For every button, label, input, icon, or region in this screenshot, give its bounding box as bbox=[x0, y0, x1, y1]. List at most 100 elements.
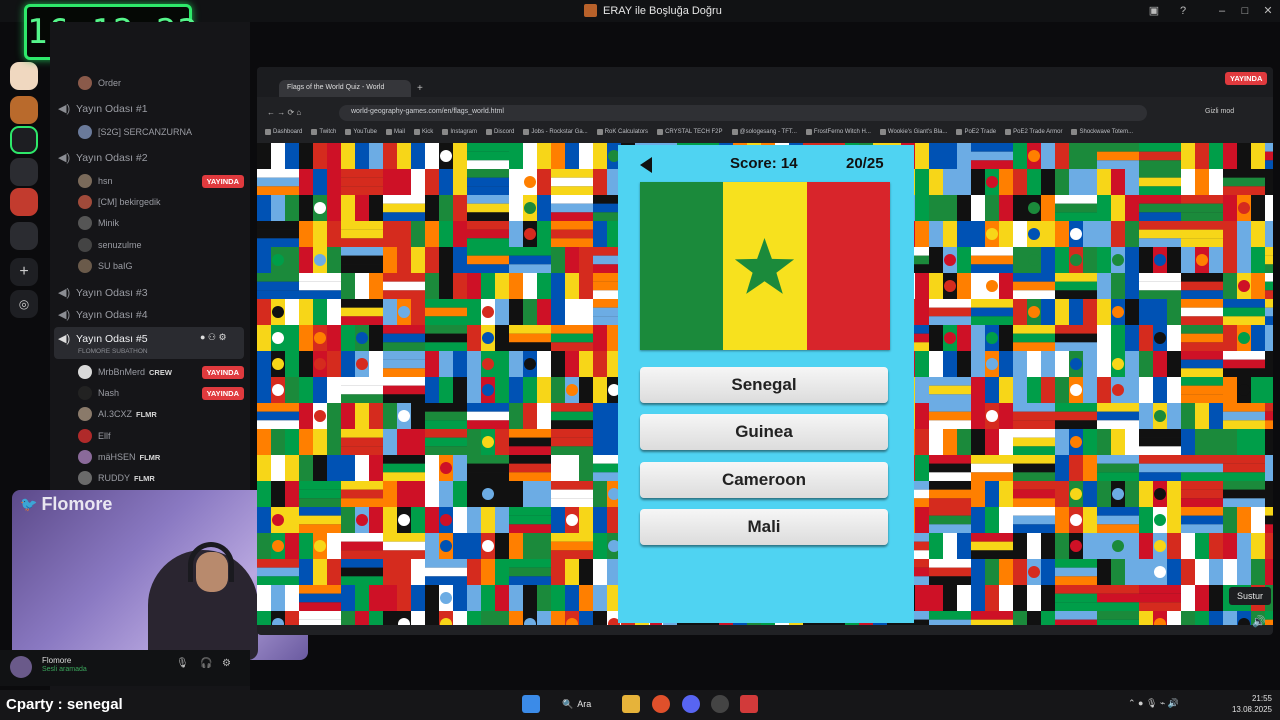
add-server-icon[interactable]: + bbox=[10, 258, 38, 286]
browser-tab[interactable]: Flags of the World Quiz - World bbox=[279, 80, 411, 97]
flag-tile bbox=[1195, 429, 1209, 455]
bookmark-item[interactable]: FrostFerno Witch H... bbox=[805, 125, 871, 139]
flag-tile bbox=[1013, 290, 1055, 299]
flag-tile bbox=[313, 169, 327, 195]
server-folder-icon[interactable] bbox=[10, 222, 38, 250]
server-icon[interactable] bbox=[10, 188, 38, 216]
answer-button-1[interactable]: Senegal bbox=[640, 367, 888, 403]
flag-tile bbox=[355, 143, 369, 169]
answer-button-3[interactable]: Cameroon bbox=[640, 462, 888, 498]
bookmark-item[interactable]: Mail bbox=[385, 125, 405, 139]
flag-tile bbox=[1139, 585, 1181, 594]
bookmark-item[interactable]: Wookie's Giant's Bla... bbox=[879, 125, 947, 139]
list-item[interactable]: Order bbox=[78, 73, 244, 93]
minimize-button[interactable]: – bbox=[1214, 3, 1230, 19]
list-item[interactable]: mäHSEN FLMR bbox=[78, 447, 244, 467]
flag-tile bbox=[1223, 273, 1237, 299]
flag-tile bbox=[551, 498, 593, 507]
flag-tile bbox=[411, 169, 425, 195]
flag-tile bbox=[1097, 515, 1139, 525]
list-item[interactable]: RUDDY FLMR bbox=[78, 468, 244, 488]
address-bar[interactable]: world-geography-games.com/en/flags_world… bbox=[339, 105, 1147, 121]
file-explorer-icon[interactable] bbox=[622, 695, 640, 713]
answer-button-4[interactable]: Mali bbox=[640, 509, 888, 545]
list-item[interactable]: AI.3CXZ FLMR bbox=[78, 404, 244, 424]
bookmark-item[interactable]: Shockwave Totem... bbox=[1071, 125, 1133, 139]
flag-tile bbox=[383, 481, 397, 507]
list-item[interactable]: [S2G] SERCANZURNA bbox=[78, 122, 244, 142]
app-icon[interactable] bbox=[740, 695, 758, 713]
bookmark-item[interactable]: Discord bbox=[486, 125, 514, 139]
flag-tile bbox=[929, 325, 943, 351]
bookmark-item[interactable]: PoE2 Trade Armor bbox=[1005, 125, 1062, 139]
nav-buttons[interactable]: ← → ⟳ ⌂ bbox=[267, 108, 301, 117]
tray-icons[interactable]: ⌃ ● 🎙 ⌁ 🔊 bbox=[1128, 698, 1179, 709]
flag-tile bbox=[271, 143, 285, 169]
list-item[interactable]: senuzulme bbox=[78, 235, 244, 255]
browser-icon[interactable] bbox=[652, 695, 670, 713]
flag-tile bbox=[593, 585, 607, 611]
list-item[interactable]: hsn YAYINDA bbox=[78, 171, 244, 191]
voice-channel[interactable]: ◀) Yayın Odası #2 bbox=[58, 148, 244, 168]
bookmark-item[interactable]: PoE2 Trade bbox=[956, 125, 996, 139]
list-item[interactable]: [CM] bekirgedik bbox=[78, 192, 244, 212]
flag-tile bbox=[1251, 273, 1265, 299]
list-item[interactable]: SU baIG bbox=[78, 256, 244, 276]
gear-icon[interactable]: ⚙ bbox=[222, 658, 231, 669]
voice-channel[interactable]: ◀) Yayın Odası #3 bbox=[58, 283, 244, 303]
flag-tile bbox=[565, 585, 579, 611]
bookmark-item[interactable]: YouTube bbox=[345, 125, 377, 139]
flag-tile bbox=[579, 559, 593, 585]
back-arrow-icon[interactable] bbox=[640, 157, 652, 173]
bookmark-item[interactable]: RoK Calculators bbox=[596, 125, 648, 139]
flag-tile bbox=[971, 325, 985, 351]
flag-tile bbox=[285, 195, 299, 221]
new-tab-icon[interactable]: + bbox=[417, 83, 423, 94]
channel-actions[interactable]: ● ⚇ ⚙ bbox=[200, 332, 227, 343]
taskbar-search[interactable]: 🔍 Ara bbox=[562, 695, 612, 713]
flag-tile bbox=[1181, 229, 1223, 239]
voice-channel[interactable]: ◀) Yayın Odası #4 bbox=[58, 305, 244, 325]
bookmark-item[interactable]: Kick bbox=[413, 125, 433, 139]
flag-tile bbox=[1097, 420, 1139, 429]
bookmark-item[interactable]: Dashboard bbox=[265, 125, 302, 139]
flag-tile bbox=[1013, 247, 1027, 273]
flag-tile bbox=[551, 351, 565, 377]
server-icon[interactable] bbox=[10, 62, 38, 90]
discord-icon[interactable] bbox=[682, 695, 700, 713]
headphones-icon[interactable]: 🎧 bbox=[200, 658, 212, 669]
flag-tile bbox=[341, 481, 383, 490]
microphone-icon[interactable]: 🎙 bbox=[176, 658, 189, 669]
flag-tile bbox=[1181, 385, 1223, 395]
volume-icon[interactable]: 🔊 bbox=[1252, 615, 1266, 628]
flag-tile bbox=[551, 437, 593, 447]
server-icon[interactable] bbox=[10, 126, 38, 154]
bookmark-item[interactable]: @sologesang - TFT... bbox=[731, 125, 797, 139]
bookmark-item[interactable]: Jobs - Rockstar Ga... bbox=[523, 125, 588, 139]
help-icon[interactable]: ? bbox=[1175, 3, 1191, 19]
flag-tile bbox=[1181, 325, 1223, 334]
list-item[interactable]: MrbBnMerd CREW YAYINDA bbox=[78, 362, 244, 382]
server-icon[interactable] bbox=[10, 158, 38, 186]
explore-icon[interactable]: ◎ bbox=[10, 290, 38, 318]
bookmark-item[interactable]: Instagram bbox=[442, 125, 477, 139]
bookmark-item[interactable]: Twitch bbox=[311, 125, 336, 139]
flag-tile bbox=[1055, 342, 1097, 351]
app-icon[interactable] bbox=[711, 695, 729, 713]
flag-tile bbox=[257, 403, 299, 412]
close-button[interactable]: ✕ bbox=[1260, 3, 1276, 19]
taskbar-clock[interactable]: 21:55 13.08.2025 bbox=[1222, 693, 1272, 715]
bookmark-item[interactable]: CRYSTAL TECH F2P bbox=[657, 125, 723, 139]
answer-button-2[interactable]: Guinea bbox=[640, 414, 888, 450]
flag-tile bbox=[593, 611, 607, 625]
avatar[interactable] bbox=[10, 656, 32, 678]
voice-channel[interactable]: ◀) Yayın Odası #1 bbox=[58, 99, 244, 119]
list-item[interactable]: Minik bbox=[78, 213, 244, 233]
list-item[interactable]: Nash YAYINDA bbox=[78, 383, 244, 403]
server-icon[interactable] bbox=[10, 96, 38, 124]
start-icon[interactable] bbox=[522, 695, 540, 713]
list-item[interactable]: Ellf bbox=[78, 426, 244, 446]
inbox-icon[interactable]: ▣ bbox=[1146, 3, 1162, 19]
maximize-button[interactable]: □ bbox=[1237, 3, 1253, 19]
flag-tile bbox=[1013, 325, 1055, 334]
